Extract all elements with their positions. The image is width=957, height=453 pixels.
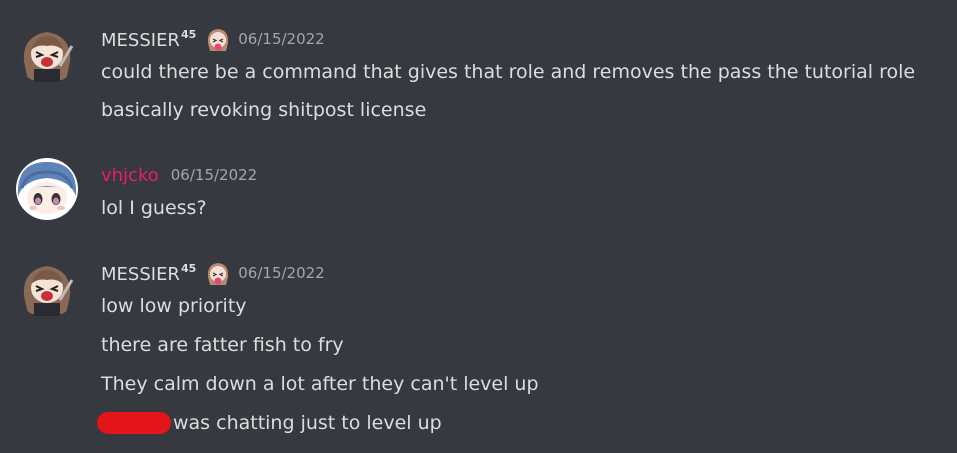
message-header: MESSIER45 06/15/2022 (101, 261, 325, 285)
username-text[interactable]: vhjcko (101, 165, 159, 186)
username[interactable]: vhjcko (101, 165, 159, 186)
username-superscript: 45 (180, 27, 197, 41)
username[interactable]: MESSIER45 (101, 262, 196, 285)
message-header: vhjcko 06/15/2022 (101, 163, 257, 187)
username-superscript: 45 (180, 261, 197, 275)
message-text: there are fatter fish to fry (101, 334, 344, 356)
timestamp[interactable]: 06/15/2022 (171, 166, 257, 184)
username-text[interactable]: MESSIER (101, 30, 180, 51)
avatar[interactable] (16, 22, 78, 84)
message-text: basically revoking shitpost license (101, 99, 427, 121)
message-header: MESSIER45 06/15/2022 (101, 27, 325, 51)
message-text: could there be a command that gives that… (101, 61, 916, 83)
redaction-mark (97, 412, 171, 434)
timestamp[interactable]: 06/15/2022 (238, 30, 324, 48)
anime-girl-emoji-icon[interactable] (204, 259, 232, 287)
message-text: lol I guess? (101, 197, 207, 219)
username[interactable]: MESSIER45 (101, 28, 196, 51)
avatar[interactable] (16, 158, 78, 220)
anime-girl-emoji-icon[interactable] (204, 25, 232, 53)
timestamp[interactable]: 06/15/2022 (238, 264, 324, 282)
message-text: was chatting just to level up (173, 412, 442, 434)
message-text-redacted: was chatting just to level up (97, 411, 442, 435)
username-text[interactable]: MESSIER (101, 264, 180, 285)
message-text: They calm down a lot after they can't le… (101, 373, 539, 395)
message-text: low low priority (101, 295, 247, 317)
avatar[interactable] (16, 256, 78, 318)
